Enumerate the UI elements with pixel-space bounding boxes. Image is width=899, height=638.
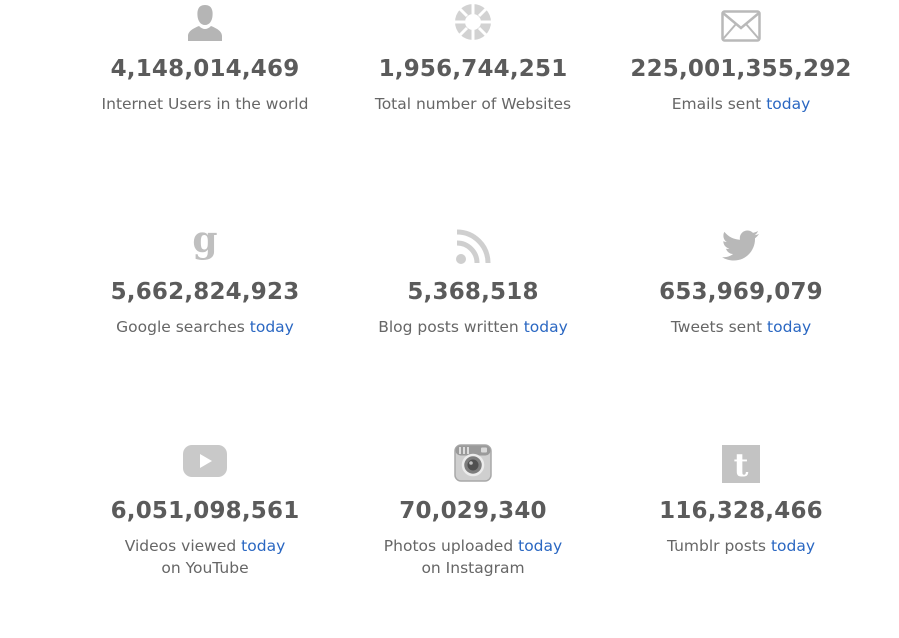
today-link[interactable]: today — [524, 318, 568, 336]
svg-text:g: g — [192, 224, 217, 261]
stat-label: Internet Users in the world — [101, 95, 309, 113]
stat-label: Emails sent today — [671, 95, 811, 113]
today-link[interactable]: today — [518, 537, 562, 555]
stat-label: Photos uploaded today on Instagram — [383, 537, 563, 577]
svg-text:t: t — [734, 446, 749, 483]
stat-count: 4,148,014,469 — [110, 56, 300, 82]
instagram-camera-icon — [454, 444, 492, 482]
stat-label: Blog posts written today — [378, 318, 568, 336]
youtube-play-icon — [183, 445, 227, 477]
twitter-bird-icon — [722, 230, 759, 261]
today-link[interactable]: today — [767, 318, 811, 336]
stats-grid: 4,148,014,469 Internet Users in the worl… — [0, 0, 899, 638]
google-g-icon: g — [192, 224, 217, 261]
stat-count: 70,029,340 — [399, 498, 547, 524]
today-link[interactable]: today — [771, 537, 815, 555]
stat-count: 5,368,518 — [407, 279, 539, 305]
envelope-icon — [721, 10, 761, 42]
stat-count: 225,001,355,292 — [630, 56, 852, 82]
stat-label: Tweets sent today — [670, 318, 812, 336]
stat-count: 1,956,744,251 — [378, 56, 568, 82]
today-link[interactable]: today — [766, 95, 810, 113]
today-link[interactable]: today — [241, 537, 285, 555]
stat-count: 116,328,466 — [659, 498, 823, 524]
stat-label: Tumblr posts today — [666, 537, 816, 555]
stat-count: 653,969,079 — [659, 279, 823, 305]
today-link[interactable]: today — [250, 318, 294, 336]
tumblr-icon: t — [722, 445, 760, 483]
stat-count: 6,051,098,561 — [110, 498, 300, 524]
stat-label: Videos viewed today on YouTube — [124, 537, 286, 577]
person-icon — [188, 5, 222, 41]
globe-icon — [455, 4, 491, 40]
stat-count: 5,662,824,923 — [110, 279, 300, 305]
stat-label: Google searches today — [116, 318, 294, 336]
stat-label: Total number of Websites — [374, 95, 572, 113]
rss-icon — [456, 229, 491, 264]
